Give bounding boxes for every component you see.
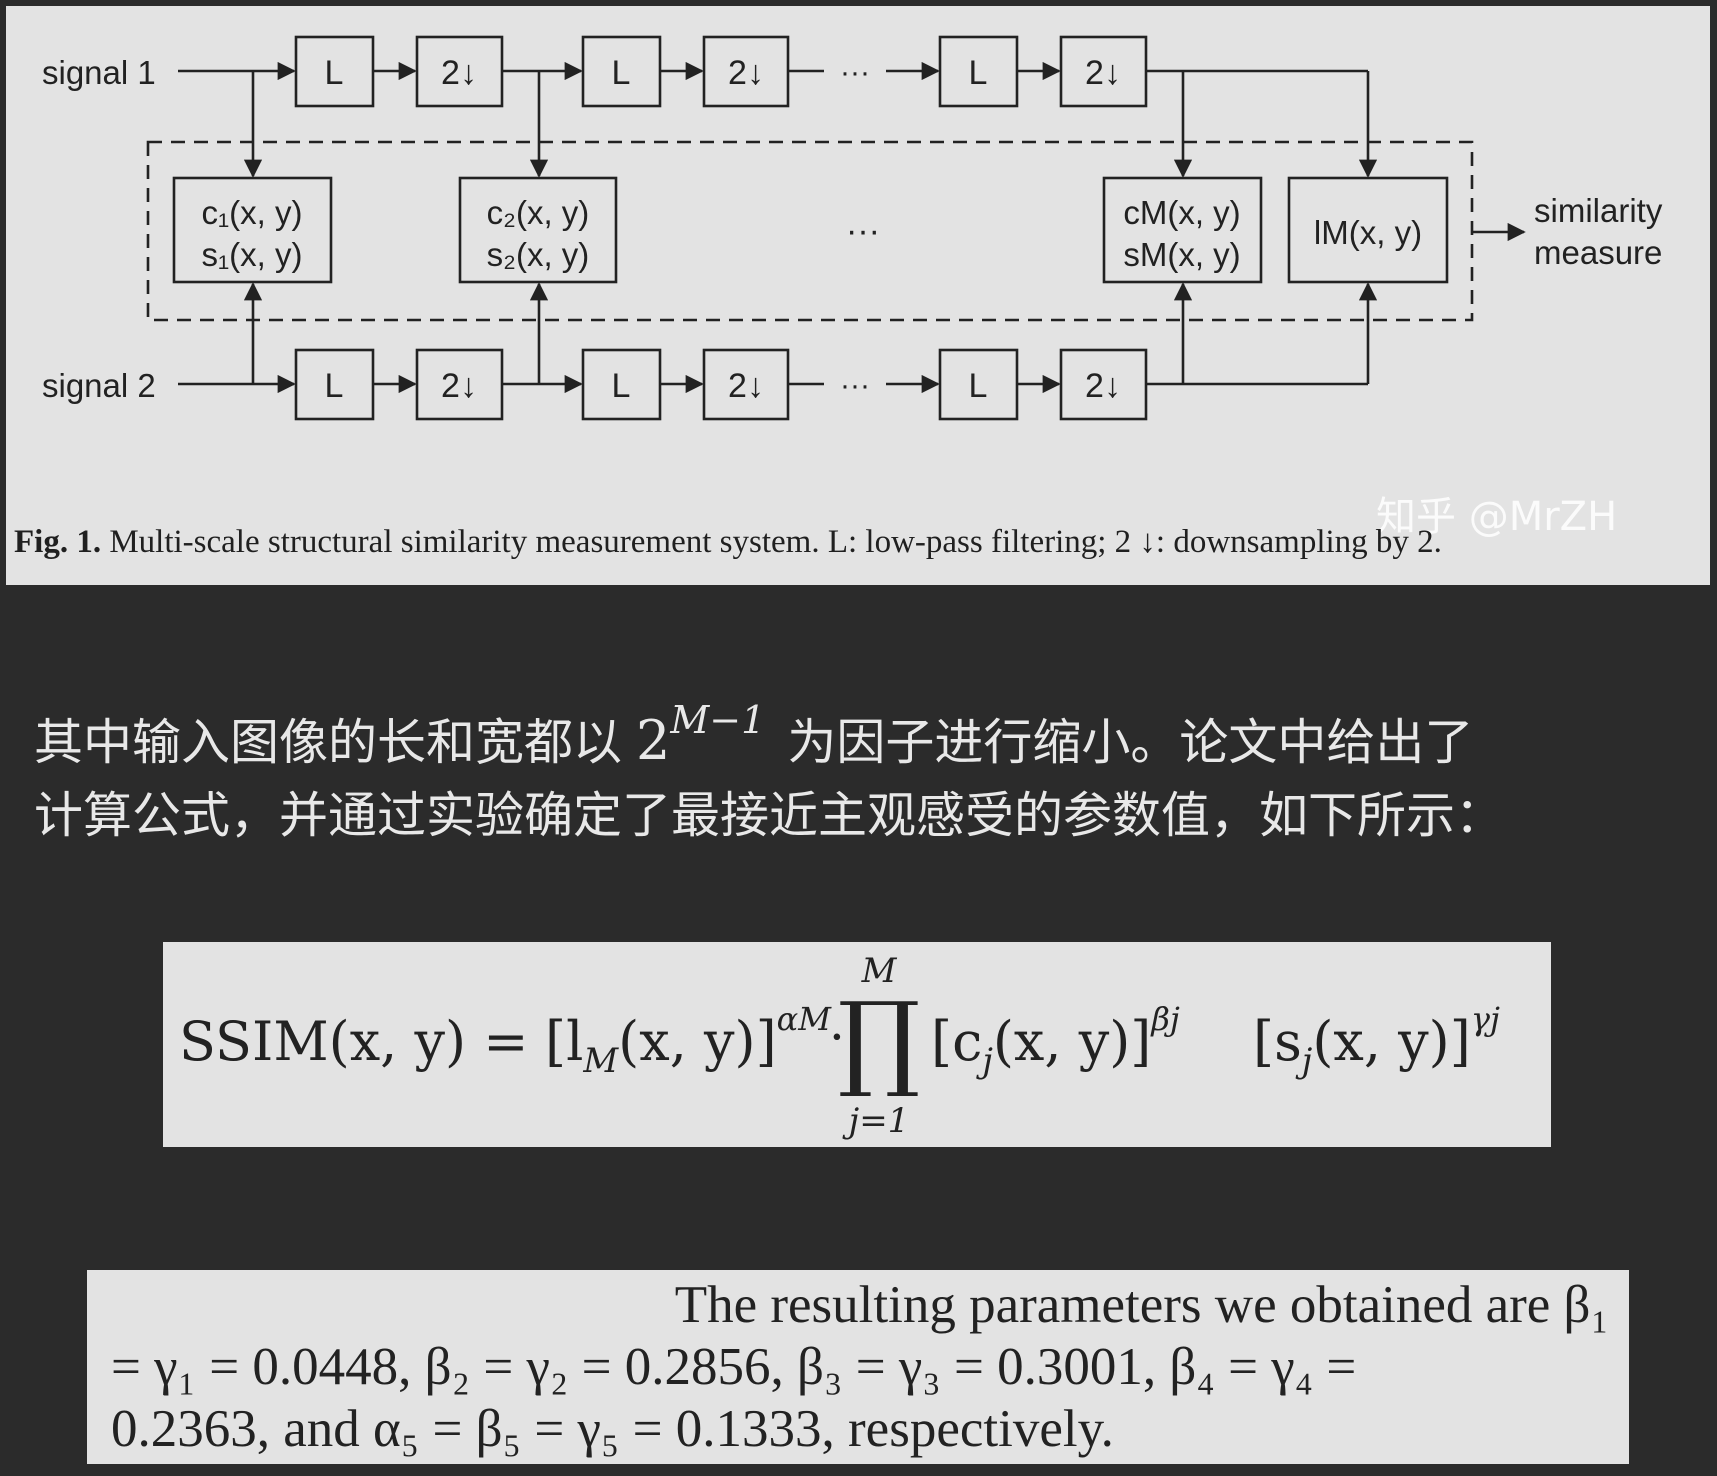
lowpass-label: L <box>969 367 988 405</box>
output-label-line2: measure <box>1534 234 1662 271</box>
downsample-label: 2↓ <box>1085 367 1121 405</box>
params-line-3: 0.2363, and α₅ = β₅ = γ₅ = 0.1333, respe… <box>111 1400 1114 1458</box>
paragraph-text: 为因子进行缩小。论文中给出了 <box>787 714 1474 771</box>
downsample-label: 2↓ <box>441 367 477 405</box>
ellipsis: ··· <box>840 369 870 402</box>
block1-c-label: c₁(x, y) <box>202 194 303 231</box>
math-base: 2 <box>636 709 671 772</box>
ellipsis: ··· <box>840 56 870 89</box>
formula-image: SSIM(x, y) = [lM(x, y)]αM · M ∏ j=1 [cj(… <box>163 942 1551 1147</box>
parameters-text: The resulting parameters we obtained are… <box>111 1274 1609 1460</box>
formula-structure-term: [sj(x, y)]γj <box>1253 1000 1500 1081</box>
output-label-line1: similarity <box>1534 192 1663 229</box>
parameters-image: The resulting parameters we obtained are… <box>87 1270 1629 1464</box>
lowpass-label: L <box>325 54 344 92</box>
blockm-s-label: sM(x, y) <box>1123 236 1240 273</box>
ms-ssim-formula: SSIM(x, y) = [lM(x, y)]αM · M ∏ j=1 [cj(… <box>179 951 1500 1141</box>
signal-1-label: signal 1 <box>42 54 156 91</box>
paragraph-text: 其中输入图像的长和宽都以 <box>34 714 623 771</box>
dashed-enclosure <box>146 140 1474 322</box>
params-line-2: = γ₁ = 0.0448, β₂ = γ₂ = 0.2856, β₃ = γ₃… <box>111 1338 1357 1396</box>
downsample-label: 2↓ <box>441 54 477 92</box>
downsample-label: 2↓ <box>728 367 764 405</box>
math-exponent: M−1 <box>670 698 766 742</box>
block2-s-label: s₂(x, y) <box>487 236 590 273</box>
figure-label: Fig. 1. <box>14 524 102 560</box>
inline-math: 2M−1 <box>636 698 765 772</box>
lowpass-label: L <box>612 367 631 405</box>
figure-caption: Fig. 1. Multi-scale structural similarit… <box>14 524 1706 561</box>
downsample-label: 2↓ <box>728 54 764 92</box>
paragraph-line-2: 计算公式，并通过实验确定了最接近主观感受的参数值，如下所示： <box>34 787 1505 844</box>
block2-c-label: c₂(x, y) <box>487 194 590 231</box>
lowpass-label: L <box>325 367 344 405</box>
formula-contrast-term: [cj(x, y)]βj <box>931 1000 1180 1081</box>
formula-luminance-term: [lM(x, y)]αM <box>545 1000 832 1081</box>
params-line-1: The resulting parameters we obtained are… <box>674 1276 1609 1334</box>
product-symbol: ∏ <box>838 979 921 1101</box>
lowpass-label: L <box>612 54 631 92</box>
downsample-label: 2↓ <box>1085 54 1121 92</box>
lowpass-label: L <box>969 54 988 92</box>
caption-text: Multi-scale structural similarity measur… <box>101 524 1442 560</box>
formula-lhs: SSIM(x, y) = <box>179 1010 529 1073</box>
block1-s-label: s₁(x, y) <box>202 236 303 273</box>
mid-ellipsis: ··· <box>846 212 880 250</box>
signal-2-label: signal 2 <box>42 367 156 404</box>
product-lower-limit: j=1 <box>842 1101 910 1141</box>
blockm-c-label: cM(x, y) <box>1123 194 1240 231</box>
luminance-label: lM(x, y) <box>1314 214 1422 251</box>
diagram-figure: signal 1 signal 2 L 2↓ L 2↓ ··· L 2↓ L 2… <box>6 6 1710 585</box>
